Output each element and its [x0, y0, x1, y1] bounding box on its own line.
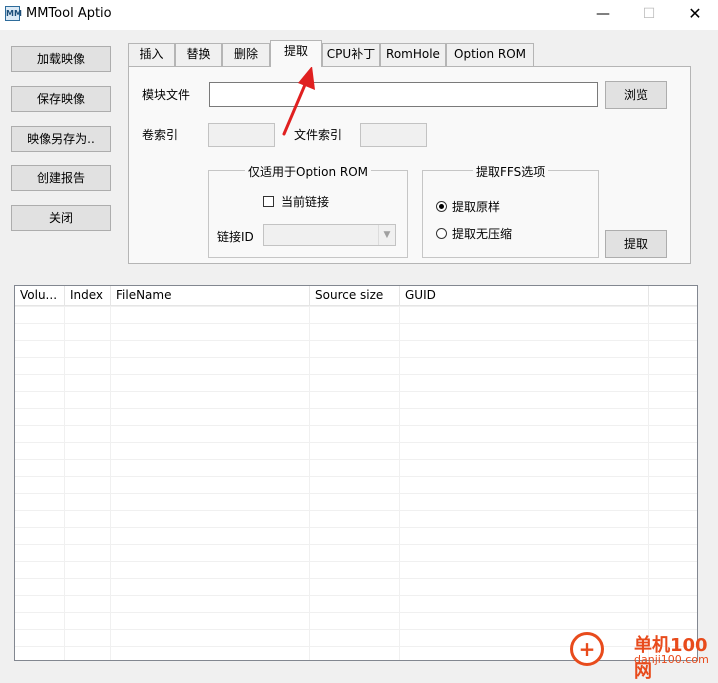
link-id-label: 链接ID	[217, 230, 254, 244]
create-report-button[interactable]: 创建报告	[11, 165, 111, 191]
close-button[interactable]: 关闭	[11, 205, 111, 231]
col-index[interactable]: Index	[65, 286, 111, 305]
browse-button[interactable]: 浏览	[605, 81, 667, 109]
volume-index-label: 卷索引	[142, 128, 179, 142]
annotation-arrow	[282, 66, 315, 136]
extract-panel: 模块文件 浏览 卷索引 文件索引 仅适用于Option ROM 当前链接 链接I…	[128, 66, 691, 264]
watermark-logo-icon: +	[570, 632, 604, 666]
app-icon: MM	[5, 6, 22, 21]
col-guid[interactable]: GUID	[400, 286, 649, 305]
module-file-label: 模块文件	[142, 88, 191, 102]
tab-insert[interactable]: 插入	[128, 43, 175, 66]
extract-as-is-radio[interactable]	[436, 201, 447, 212]
link-id-select[interactable]: ▼	[263, 224, 396, 246]
load-image-button[interactable]: 加载映像	[11, 46, 111, 72]
ffs-options-group-title: 提取FFS选项	[473, 163, 549, 180]
ffs-options-group: 提取FFS选项 提取原样 提取无压缩	[422, 163, 599, 258]
grid-line	[309, 306, 310, 660]
file-index-input[interactable]	[360, 123, 427, 147]
extract-uncompressed-radio[interactable]	[436, 228, 447, 239]
current-link-label: 当前链接	[281, 195, 330, 209]
extract-button[interactable]: 提取	[605, 230, 667, 258]
grid-line	[64, 306, 65, 660]
chevron-down-icon: ▼	[378, 225, 395, 245]
close-window-button[interactable]: ✕	[672, 0, 718, 30]
tab-option-rom[interactable]: Option ROM	[446, 43, 534, 66]
volume-index-input[interactable]	[208, 123, 275, 147]
save-image-button[interactable]: 保存映像	[11, 86, 111, 112]
tab-cpu-patch[interactable]: CPU补丁	[322, 43, 380, 66]
option-rom-group: 仅适用于Option ROM 当前链接 链接ID ▼	[208, 163, 408, 258]
tab-extract[interactable]: 提取	[270, 40, 322, 67]
save-image-as-button[interactable]: 映像另存为..	[11, 126, 111, 152]
tab-romhole[interactable]: RomHole	[380, 43, 446, 66]
file-table[interactable]: Volu... Index FileName Source size GUID	[14, 285, 698, 661]
grid-line	[399, 306, 400, 660]
tab-replace[interactable]: 替换	[175, 43, 222, 66]
col-volume[interactable]: Volu...	[15, 286, 65, 305]
table-header: Volu... Index FileName Source size GUID	[15, 286, 697, 306]
option-rom-group-title: 仅适用于Option ROM	[245, 163, 372, 180]
window-title: MMTool Aptio	[26, 6, 112, 21]
grid-line	[110, 306, 111, 660]
minimize-button[interactable]: —	[580, 0, 626, 30]
tab-delete[interactable]: 删除	[222, 43, 270, 66]
module-file-input[interactable]	[209, 82, 598, 107]
extract-uncompressed-label: 提取无压缩	[452, 227, 513, 241]
current-link-checkbox[interactable]	[263, 196, 274, 207]
table-body	[15, 306, 697, 660]
grid-line	[648, 306, 649, 660]
maximize-button[interactable]: ☐	[626, 0, 672, 30]
extract-as-is-label: 提取原样	[452, 200, 501, 214]
col-source-size[interactable]: Source size	[310, 286, 400, 305]
title-bar: MM MMTool Aptio — ☐ ✕	[0, 0, 718, 30]
watermark: + 单机100网 danji100.com	[566, 628, 718, 682]
col-filename[interactable]: FileName	[111, 286, 310, 305]
watermark-site-url: danji100.com	[634, 653, 709, 666]
